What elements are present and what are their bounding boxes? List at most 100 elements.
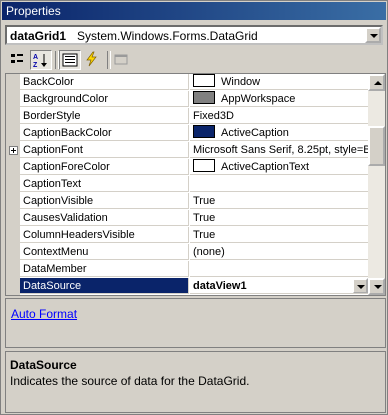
chevron-down-icon: [357, 285, 365, 289]
svg-text:Z: Z: [33, 62, 38, 69]
property-row[interactable]: CaptionForeColor ActiveCaptionText: [6, 159, 368, 176]
row-gutter: [6, 176, 20, 193]
property-value-text: True: [193, 195, 216, 207]
property-value-text: AppWorkspace: [221, 93, 296, 105]
property-value[interactable]: dataView1: [190, 278, 368, 294]
property-row[interactable]: DataSource dataView1: [6, 278, 368, 295]
property-name[interactable]: CaptionFont: [20, 142, 189, 158]
property-value[interactable]: Microsoft Sans Serif, 8.25pt, style=B: [190, 142, 368, 158]
property-name[interactable]: CaptionVisible: [20, 193, 189, 209]
properties-icon: [62, 53, 78, 67]
property-row[interactable]: CausesValidation True: [6, 210, 368, 227]
property-row[interactable]: ColumnHeadersVisible True: [6, 227, 368, 244]
row-gutter: [6, 244, 20, 261]
color-swatch: [193, 91, 215, 104]
property-row[interactable]: BorderStyle Fixed3D: [6, 108, 368, 125]
row-gutter: [6, 278, 20, 295]
property-value[interactable]: [190, 261, 368, 277]
property-name[interactable]: DataSource: [20, 278, 189, 294]
property-value[interactable]: ActiveCaption: [190, 125, 368, 141]
property-row[interactable]: BackColor Window: [6, 74, 368, 91]
property-value[interactable]: True: [190, 227, 368, 243]
toolbar: A Z: [5, 49, 383, 71]
row-gutter: [6, 227, 20, 244]
arrow-down-icon: [374, 285, 382, 289]
property-value-text: Fixed3D: [193, 110, 234, 122]
property-name[interactable]: BackColor: [20, 74, 189, 90]
property-value-text: ActiveCaptionText: [221, 161, 310, 173]
property-value-text: (none): [193, 246, 225, 258]
auto-format-link[interactable]: Auto Format: [11, 307, 77, 321]
row-gutter: [6, 125, 20, 142]
description-pane: DataSource Indicates the source of data …: [5, 351, 386, 413]
row-gutter: [6, 142, 20, 159]
expand-plus-icon[interactable]: [9, 146, 18, 155]
property-row[interactable]: CaptionFont Microsoft Sans Serif, 8.25pt,…: [6, 142, 368, 159]
property-name[interactable]: DataMember: [20, 261, 189, 277]
chevron-down-icon: [370, 34, 378, 38]
property-pages-button[interactable]: [111, 50, 133, 70]
alphabetical-icon: A Z: [33, 54, 47, 69]
property-row[interactable]: CaptionBackColor ActiveCaption: [6, 125, 368, 142]
row-gutter: [6, 193, 20, 210]
property-name[interactable]: CaptionBackColor: [20, 125, 189, 141]
property-value[interactable]: (none): [190, 244, 368, 260]
row-gutter: [6, 74, 20, 91]
scroll-thumb[interactable]: [368, 126, 385, 166]
property-row[interactable]: ContextMenu (none): [6, 244, 368, 261]
property-value-text: True: [193, 212, 216, 224]
row-gutter: [6, 91, 20, 108]
scroll-down-button[interactable]: [368, 278, 385, 295]
events-icon: [86, 51, 97, 67]
property-value-text: ActiveCaption: [221, 127, 289, 139]
vertical-scrollbar[interactable]: [368, 74, 385, 295]
property-name[interactable]: CausesValidation: [20, 210, 189, 226]
description-text: Indicates the source of data for the Dat…: [10, 374, 250, 388]
properties-window: Properties dataGrid1 System.Windows.Form…: [0, 0, 388, 415]
property-value[interactable]: True: [190, 193, 368, 209]
categorized-button[interactable]: [7, 50, 29, 70]
commands-pane: Auto Format: [5, 298, 386, 348]
row-gutter: [6, 261, 20, 278]
svg-text:A: A: [33, 54, 38, 61]
object-selector-dropdown[interactable]: dataGrid1 System.Windows.Forms.DataGrid: [5, 25, 383, 45]
row-gutter: [6, 210, 20, 227]
events-button[interactable]: [82, 50, 104, 70]
property-value[interactable]: Window: [190, 74, 368, 90]
property-name[interactable]: BackgroundColor: [20, 91, 189, 107]
categorized-icon: [11, 54, 23, 63]
scroll-up-button[interactable]: [368, 74, 385, 91]
property-pages-icon: [114, 54, 128, 65]
row-gutter: [6, 108, 20, 125]
window-title: Properties: [6, 4, 61, 18]
property-value[interactable]: True: [190, 210, 368, 226]
property-value[interactable]: [190, 176, 368, 192]
property-name[interactable]: ContextMenu: [20, 244, 189, 260]
property-row[interactable]: CaptionVisible True: [6, 193, 368, 210]
dropdown-button[interactable]: [365, 27, 381, 43]
property-name[interactable]: CaptionForeColor: [20, 159, 189, 175]
property-name[interactable]: BorderStyle: [20, 108, 189, 124]
properties-button[interactable]: [59, 50, 81, 70]
object-type: System.Windows.Forms.DataGrid: [77, 29, 258, 43]
property-name[interactable]: CaptionText: [20, 176, 189, 192]
property-value[interactable]: AppWorkspace: [190, 91, 368, 107]
color-swatch: [193, 159, 215, 172]
property-name[interactable]: ColumnHeadersVisible: [20, 227, 189, 243]
value-dropdown-button[interactable]: [352, 278, 368, 293]
property-row[interactable]: BackgroundColor AppWorkspace: [6, 91, 368, 108]
description-title: DataSource: [10, 358, 77, 372]
title-bar[interactable]: Properties: [2, 2, 386, 20]
property-value-text: True: [193, 229, 216, 241]
property-row[interactable]: CaptionText: [6, 176, 368, 193]
property-value[interactable]: Fixed3D: [190, 108, 368, 124]
property-row[interactable]: DataMember: [6, 261, 368, 278]
property-value-text: dataView1: [193, 280, 247, 292]
alphabetical-button[interactable]: A Z: [30, 50, 52, 70]
object-name: dataGrid1: [10, 29, 67, 43]
property-value-text: Microsoft Sans Serif, 8.25pt, style=B: [193, 144, 368, 156]
property-grid: BackColor Window BackgroundColor AppWorkspa…: [5, 73, 386, 296]
row-gutter: [6, 159, 20, 176]
arrow-up-icon: [374, 81, 382, 85]
property-value[interactable]: ActiveCaptionText: [190, 159, 368, 175]
